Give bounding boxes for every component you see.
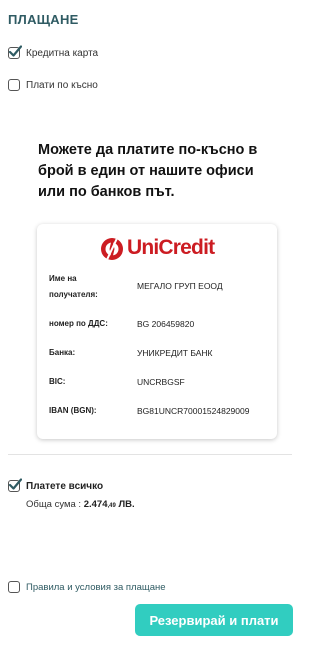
iban-label: IBAN (BGN): [49,406,97,415]
reserve-and-pay-button[interactable]: Резервирай и плати [135,604,293,636]
terms-link[interactable]: Правила и условия за плащане [26,582,166,593]
iban-value: BG81UNCR70001524829009 [137,406,250,416]
bank-logo-text: UniCredit [127,236,215,259]
pay-all-checkbox[interactable] [8,478,22,492]
credit-card-checkbox[interactable] [8,45,22,59]
total-main: 2.474 [83,499,108,510]
total-decimals: ,49 [107,503,116,509]
total-label: Обща сума : [26,499,82,510]
bank-name-value: УНИКРЕДИТ БАНК [137,348,213,358]
unicredit-emblem-icon [101,238,123,260]
total-currency: ЛВ. [118,499,135,510]
pay-all-label[interactable]: Платете всичко [26,481,103,492]
payment-section-title: ПЛАЩАНЕ [8,12,79,27]
bic-value: UNCRBGSF [137,377,185,387]
checkmark-icon [8,478,22,490]
credit-card-label[interactable]: Кредитна карта [26,48,98,59]
section-divider [8,454,292,455]
total-value: 2.474,49 ЛВ. [84,499,135,510]
recipient-name-label: Име на получателя: [49,274,98,299]
pay-later-checkbox[interactable] [8,79,20,91]
pay-later-headline: Можете да платите по-късно в брой в един… [38,142,258,200]
vat-number-value: BG 206459820 [137,319,195,329]
pay-later-label[interactable]: Плати по късно [26,80,98,91]
terms-checkbox[interactable] [8,581,20,593]
vat-number-label: номер по ДДС: [49,319,108,328]
total-amount: Обща сума : 2.474,49 ЛВ. [26,499,135,510]
bank-details-card: UniCredit Име на получателя: МЕГАЛО ГРУП… [37,224,277,439]
recipient-name-value: МЕГАЛО ГРУП ЕООД [137,281,223,291]
checkmark-icon [8,45,22,57]
bic-label: BIC: [49,377,66,386]
bank-name-label: Банка: [49,348,76,357]
